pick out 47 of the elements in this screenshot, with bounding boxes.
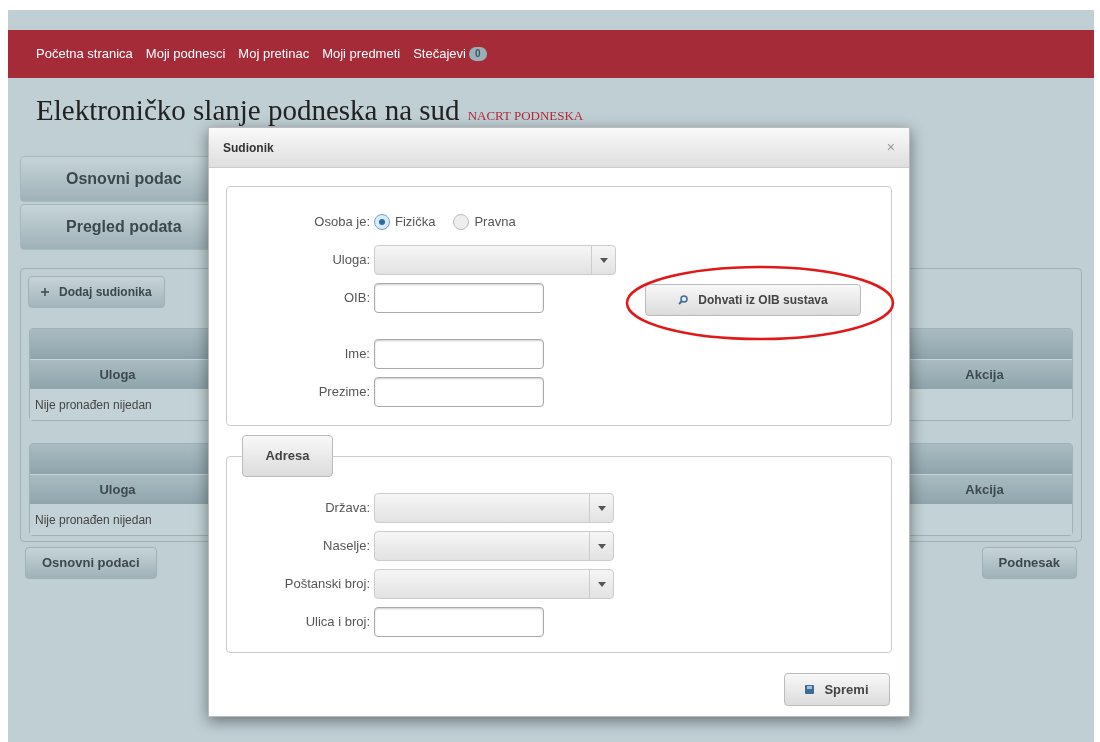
- address-legend-tab[interactable]: Adresa: [242, 435, 333, 477]
- caret-icon: [597, 543, 606, 549]
- dropdown-field[interactable]: [374, 531, 614, 561]
- radio-button[interactable]: [453, 214, 470, 230]
- nav-link[interactable]: Moji predmeti: [322, 44, 401, 64]
- empty-message: Nije pronađen nijedan: [35, 396, 152, 414]
- input-field[interactable]: [374, 377, 544, 407]
- nav-step-button[interactable]: Podnesak: [981, 547, 1077, 579]
- save-button[interactable]: Spremi: [784, 673, 890, 706]
- nav-link[interactable]: Moj pretinac: [238, 44, 310, 64]
- status-label: NACRT PODNESKA: [467, 109, 584, 123]
- radio-option[interactable]: Fizička: [374, 212, 436, 232]
- plus-icon: [41, 288, 49, 296]
- column-header: Akcija: [964, 365, 1005, 384]
- dropdown-field[interactable]: [374, 245, 616, 275]
- column-header: Uloga: [98, 480, 137, 499]
- input-field[interactable]: [374, 339, 544, 369]
- dialog-title: Sudionik: [223, 139, 274, 157]
- nav-link[interactable]: Moji podnesci: [145, 44, 226, 64]
- field-label: Osoba je:: [313, 213, 371, 232]
- caret-icon: [599, 257, 608, 263]
- dropdown-field[interactable]: [374, 493, 614, 523]
- dropdown-field[interactable]: [374, 569, 614, 599]
- column-header: Uloga: [98, 365, 137, 384]
- lookup-button[interactable]: Dohvati iz OIB sustava: [645, 284, 861, 316]
- field-label: Ulica i broj:: [304, 613, 371, 632]
- field-label: Ime:: [343, 345, 371, 364]
- field-label: Uloga:: [331, 251, 371, 270]
- nav-link[interactable]: Stečajevi 0: [413, 44, 487, 64]
- page-title: Elektroničko slanje podneska na sud: [36, 94, 460, 126]
- radio-button[interactable]: [374, 214, 390, 230]
- empty-message: Nije pronađen nijedan: [35, 511, 152, 529]
- caret-icon: [597, 581, 606, 587]
- field-label: OIB:: [343, 289, 371, 308]
- count-badge: 0: [468, 47, 487, 61]
- nav-link[interactable]: Početna stranica: [36, 44, 133, 64]
- search-icon: [678, 295, 689, 305]
- input-field[interactable]: [374, 283, 544, 313]
- field-label: Naselje:: [322, 537, 371, 556]
- nav-step-button[interactable]: Osnovni podaci: [25, 547, 157, 579]
- field-label: Poštanski broj:: [283, 575, 371, 594]
- field-label: Prezime:: [317, 383, 371, 402]
- column-header: Akcija: [964, 480, 1005, 499]
- radio-option[interactable]: Pravna: [453, 212, 516, 232]
- input-field[interactable]: [374, 607, 544, 637]
- field-label: Država:: [324, 499, 371, 518]
- add-participant-button[interactable]: Dodaj sudionika: [28, 276, 165, 308]
